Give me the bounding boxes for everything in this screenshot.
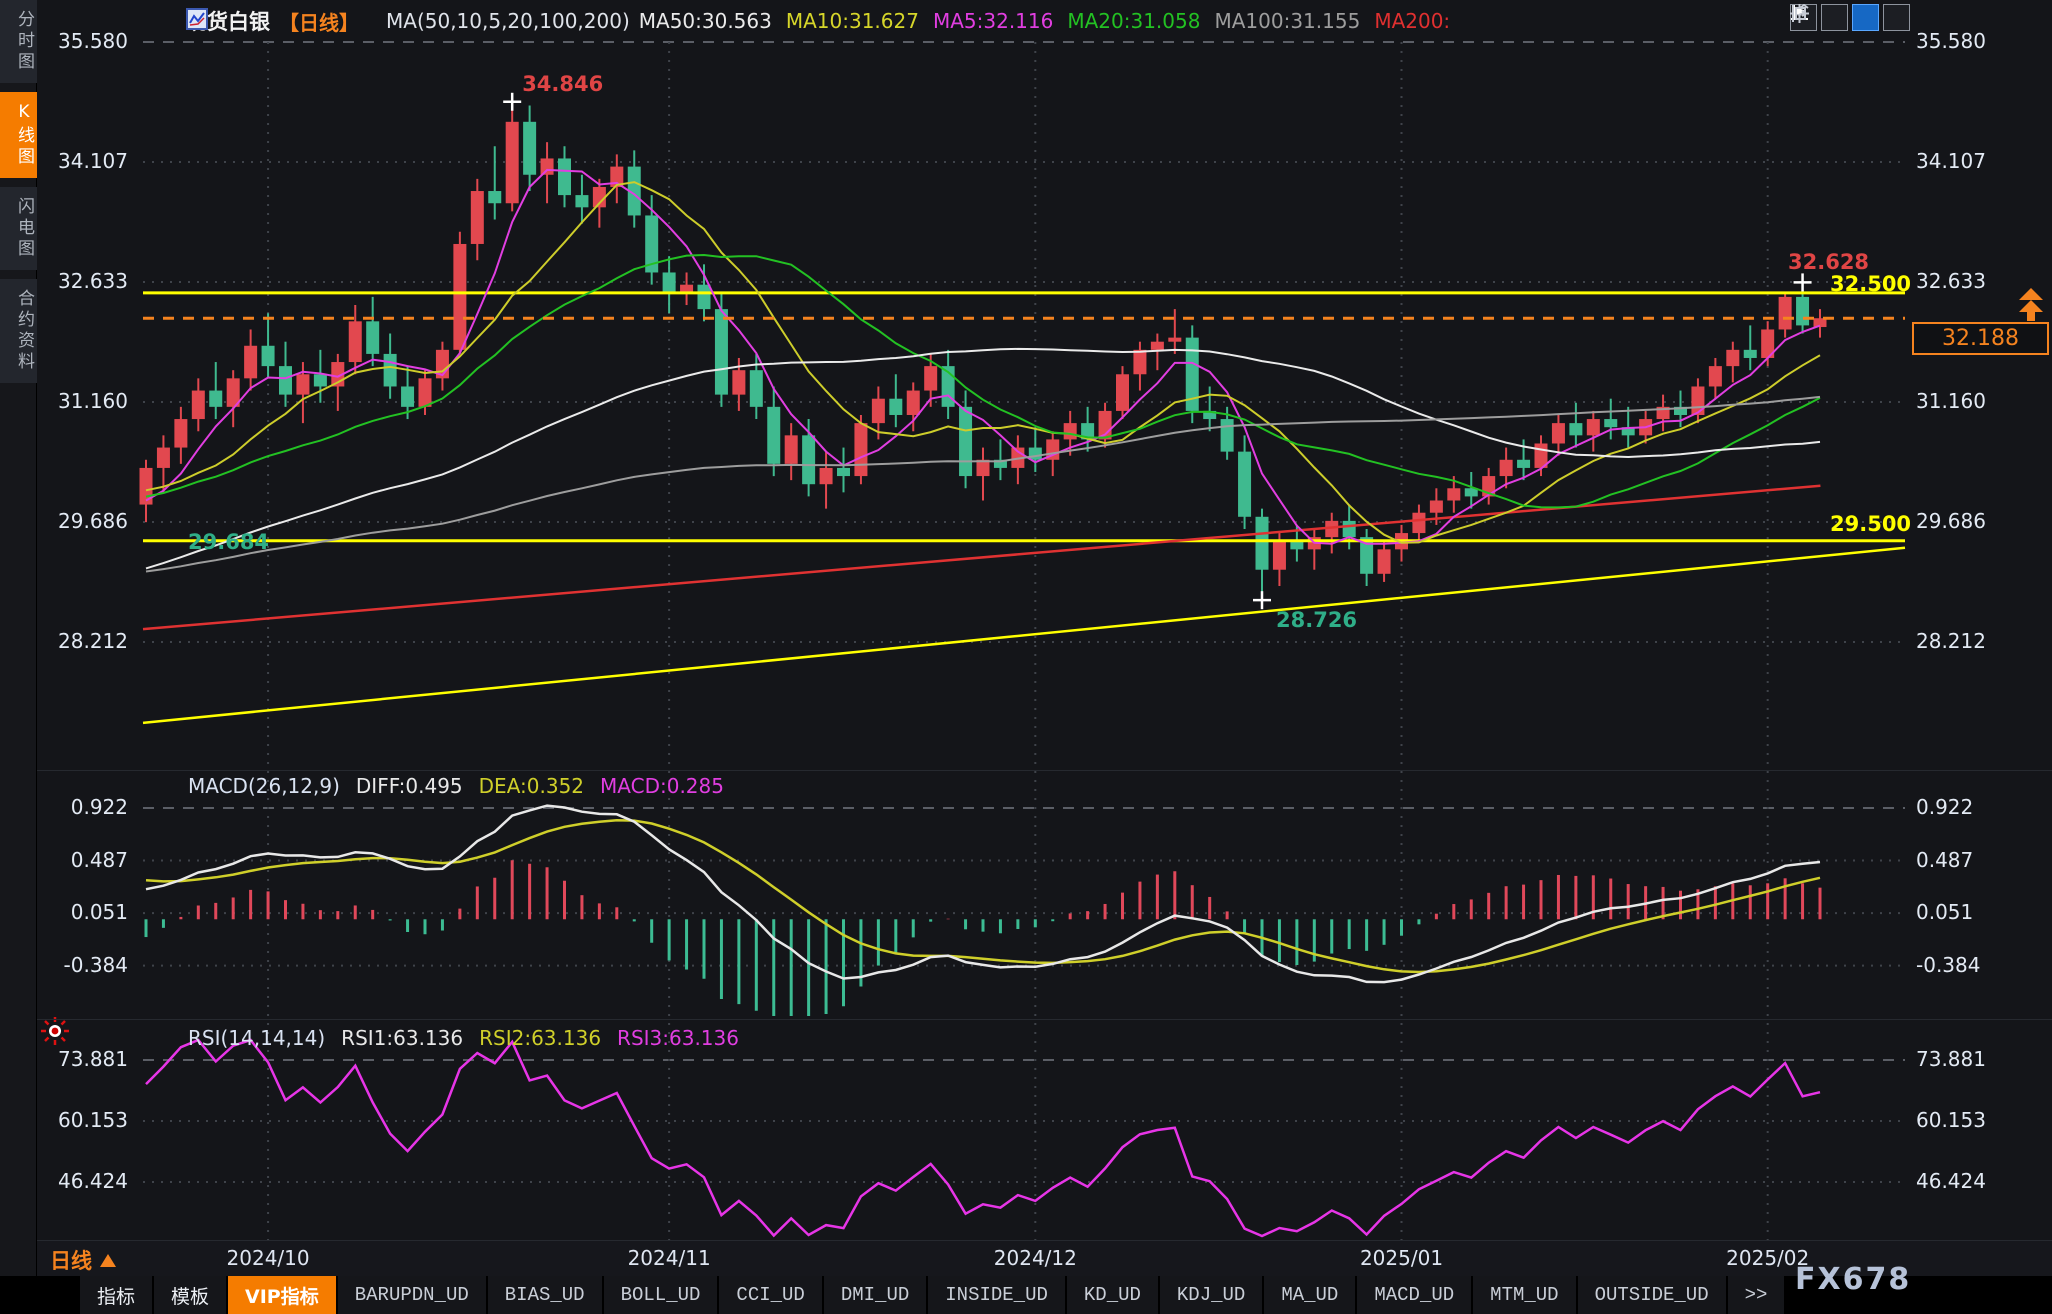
axis-tick-label: 31.160 bbox=[1916, 389, 1986, 413]
bottom-tab-kdj_ud[interactable]: KDJ_UD bbox=[1160, 1276, 1262, 1314]
panel-divider bbox=[37, 770, 2052, 771]
bottom-tab-cci_ud[interactable]: CCI_UD bbox=[719, 1276, 821, 1314]
axis-tick-label: 0.922 bbox=[0, 795, 128, 819]
bottom-tab-barupdn_ud[interactable]: BARUPDN_UD bbox=[338, 1276, 486, 1314]
annotation-resistance-level: 32.500 bbox=[1830, 272, 1911, 296]
bottom-tab-macd_ud[interactable]: MACD_UD bbox=[1357, 1276, 1471, 1314]
axis-tick-label: 0.487 bbox=[0, 848, 128, 872]
bottom-tab-boll_ud[interactable]: BOLL_UD bbox=[604, 1276, 718, 1314]
chart-header: 现货白银 【日线】 MA(50,10,5,20,100,200) MA50:30… bbox=[186, 8, 1450, 34]
period-tag[interactable]: 【日线】 bbox=[279, 7, 359, 36]
annotation-first-low: 29.684 bbox=[188, 530, 269, 554]
axis-tick-label: -0.384 bbox=[1916, 953, 1980, 977]
candlestick-chart[interactable] bbox=[0, 0, 2052, 1314]
ma-legend-item: MA10:31.627 bbox=[786, 9, 919, 33]
x-axis-month-label: 2024/11 bbox=[599, 1246, 739, 1270]
x-axis-month-label: 2025/01 bbox=[1332, 1246, 1472, 1270]
current-price-value: 32.188 bbox=[1942, 326, 2019, 351]
bottom-tab-ma_ud[interactable]: MA_UD bbox=[1264, 1276, 1355, 1314]
bottom-tab-dmi_ud[interactable]: DMI_UD bbox=[824, 1276, 926, 1314]
timeframe-label: 日线 bbox=[50, 1245, 92, 1275]
timeframe-arrow-icon bbox=[100, 1254, 116, 1267]
macd-dea-value: DEA:0.352 bbox=[479, 774, 584, 798]
ma-legend: MA50:30.563 MA10:31.627 MA5:32.116 MA20:31.… bbox=[639, 9, 1450, 33]
x-axis-month-label: 2024/12 bbox=[965, 1246, 1105, 1270]
rsi3-value: RSI3:63.136 bbox=[617, 1026, 739, 1050]
axis-tick-label: 46.424 bbox=[0, 1169, 128, 1193]
chart-style-icon[interactable] bbox=[1852, 4, 1879, 31]
axis-tick-label: 35.580 bbox=[1916, 29, 1986, 53]
panel-divider bbox=[37, 1019, 2052, 1020]
axis-tick-label: 32.633 bbox=[0, 269, 128, 293]
macd-legend: MACD(26,12,9) DIFF:0.495 DEA:0.352 MACD:… bbox=[188, 774, 724, 798]
axis-tick-label: 28.212 bbox=[0, 629, 128, 653]
annotation-recent-high: 32.628 bbox=[1788, 250, 1869, 274]
watermark: FX678 bbox=[1795, 1262, 1911, 1297]
axis-tick-label: 0.487 bbox=[1916, 848, 1973, 872]
ma-legend-item: MA5:32.116 bbox=[933, 9, 1053, 33]
axis-tick-label: 0.051 bbox=[0, 900, 128, 924]
bottom-tab--[interactable]: >> bbox=[1728, 1276, 1785, 1314]
bottom-tab-kd_ud[interactable]: KD_UD bbox=[1067, 1276, 1158, 1314]
macd-diff-value: DIFF:0.495 bbox=[356, 774, 463, 798]
axis-tick-label: -0.384 bbox=[0, 953, 128, 977]
bottom-tab-inside_ud[interactable]: INSIDE_UD bbox=[928, 1276, 1065, 1314]
axis-tick-label: 32.633 bbox=[1916, 269, 1986, 293]
indicator-tabs: 指标模板VIP指标BARUPDN_UDBIAS_UDBOLL_UDCCI_UDD… bbox=[80, 1276, 1784, 1314]
chart-toolbar bbox=[1790, 4, 1910, 31]
axis-tick-label: 46.424 bbox=[1916, 1169, 1986, 1193]
panel-layout-icon[interactable] bbox=[1883, 4, 1910, 31]
macd-title: MACD(26,12,9) bbox=[188, 774, 340, 798]
axis-tick-label: 0.922 bbox=[1916, 795, 1973, 819]
ma-legend-item: MA20:31.058 bbox=[1067, 9, 1200, 33]
axis-tick-label: 34.107 bbox=[1916, 149, 1986, 173]
axis-tick-label: 29.686 bbox=[0, 509, 128, 533]
x-axis-month-label: 2024/10 bbox=[198, 1246, 338, 1270]
axis-tick-label: 35.580 bbox=[0, 29, 128, 53]
axis-tick-label: 0.051 bbox=[1916, 900, 1973, 924]
axis-tick-label: 28.212 bbox=[1916, 629, 1986, 653]
bottom-tab-outside_ud[interactable]: OUTSIDE_UD bbox=[1578, 1276, 1726, 1314]
axis-tick-label: 31.160 bbox=[0, 389, 128, 413]
axis-tick-label: 34.107 bbox=[0, 149, 128, 173]
bottom-tab-bias_ud[interactable]: BIAS_UD bbox=[488, 1276, 602, 1314]
ma-legend-item: MA200: bbox=[1374, 9, 1450, 33]
bottom-tab--[interactable]: 指标 bbox=[80, 1276, 152, 1314]
axis-tick-label: 60.153 bbox=[0, 1108, 128, 1132]
ma-legend-item: MA50:30.563 bbox=[639, 9, 772, 33]
rsi2-value: RSI2:63.136 bbox=[479, 1026, 601, 1050]
axis-tick-label: 73.881 bbox=[1916, 1047, 1986, 1071]
bottom-tab-mtm_ud[interactable]: MTM_UD bbox=[1473, 1276, 1575, 1314]
axis-tick-label: 73.881 bbox=[0, 1047, 128, 1071]
trading-app: 分时图K线图闪电图合约资料 现货白银 【日线】 MA(50,10,5,20,10… bbox=[0, 0, 2052, 1314]
axis-scale-icon[interactable] bbox=[1821, 4, 1848, 31]
axis-tick-label: 60.153 bbox=[1916, 1108, 1986, 1132]
rsi1-value: RSI1:63.136 bbox=[341, 1026, 463, 1050]
ma-legend-item: MA100:31.155 bbox=[1214, 9, 1360, 33]
bottom-tab--[interactable]: 模板 bbox=[154, 1276, 226, 1314]
rsi-legend: RSI(14,14,14) RSI1:63.136 RSI2:63.136 RS… bbox=[188, 1026, 739, 1050]
bottom-tab-vip-[interactable]: VIP指标 bbox=[228, 1276, 336, 1314]
rsi-title: RSI(14,14,14) bbox=[188, 1026, 325, 1050]
annotation-support-level: 29.500 bbox=[1830, 512, 1911, 536]
current-price-box: 32.188 bbox=[1912, 322, 2049, 355]
bottom-tab-bar: 指标模板VIP指标BARUPDN_UDBIAS_UDBOLL_UDCCI_UDD… bbox=[0, 1276, 2052, 1314]
annotation-peak-high: 34.846 bbox=[522, 72, 603, 96]
timeframe-button[interactable]: 日线 bbox=[50, 1245, 116, 1275]
macd-macd-value: MACD:0.285 bbox=[600, 774, 724, 798]
annotation-min-low: 28.726 bbox=[1276, 608, 1357, 632]
axis-tick-label: 29.686 bbox=[1916, 509, 1986, 533]
ma-settings-label: MA(50,10,5,20,100,200) bbox=[386, 9, 630, 33]
